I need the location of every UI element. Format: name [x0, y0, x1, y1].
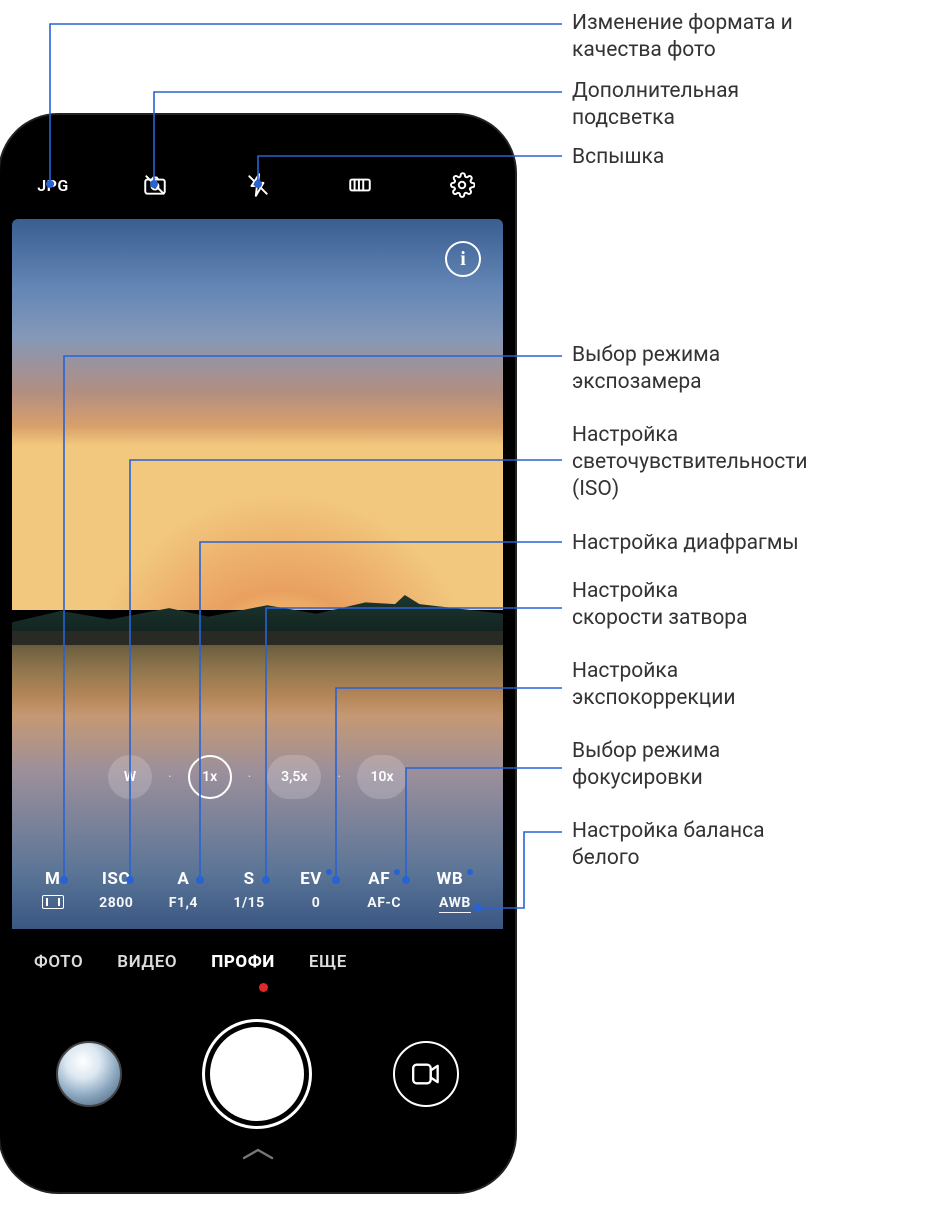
- tab-photo[interactable]: ФОТО: [34, 952, 83, 972]
- param-aperture-value: F1,4: [169, 895, 198, 911]
- zoom-row: W · 1x · 3,5x · 10x: [12, 755, 503, 799]
- param-ev[interactable]: EV 0: [300, 869, 332, 913]
- param-ev-label: EV: [300, 869, 332, 889]
- active-tab-indicator: [259, 983, 268, 992]
- callout-aperture: Настройка диафрагмы: [572, 530, 799, 557]
- settings-icon[interactable]: [443, 166, 481, 204]
- param-shutter-value: 1/15: [233, 895, 264, 911]
- callout-wb: Настройка балансабелого: [572, 818, 765, 872]
- zoom-1x[interactable]: 1x: [188, 755, 232, 799]
- top-toolbar: JPG: [12, 163, 503, 207]
- callout-ev: Настройкаэкспокоррекции: [572, 658, 735, 712]
- param-focus[interactable]: AF AF-C: [367, 869, 401, 913]
- callout-iso: Настройкасветочувствительности(ISO): [572, 422, 808, 503]
- param-wb-value: AWB: [439, 895, 471, 913]
- zoom-separator: ·: [248, 769, 252, 785]
- param-iso-label: ISO: [102, 869, 131, 889]
- tab-pro[interactable]: ПРОФИ: [211, 952, 275, 972]
- param-aperture-label: A: [177, 869, 189, 889]
- callout-flash: Вспышка: [572, 144, 664, 171]
- phone-screen: JPG i: [12, 127, 503, 1180]
- tab-more[interactable]: ЕЩЕ: [309, 952, 347, 972]
- mode-tabs: ФОТО ВИДЕО ПРОФИ ЕЩЕ: [12, 939, 503, 985]
- param-metering-label: M: [45, 869, 60, 889]
- param-af-value: AF-C: [367, 895, 401, 911]
- param-wb[interactable]: WB AWB: [437, 869, 474, 913]
- zoom-wide[interactable]: W: [108, 755, 152, 799]
- scene-sky: [12, 219, 503, 610]
- param-wb-label: WB: [437, 869, 474, 889]
- video-switch-button[interactable]: [393, 1041, 459, 1107]
- swipe-up-indicator[interactable]: [240, 1146, 276, 1166]
- param-metering[interactable]: M: [42, 869, 64, 913]
- info-icon[interactable]: i: [445, 241, 481, 277]
- flash-off-icon[interactable]: [239, 166, 277, 204]
- bottom-controls: [12, 1014, 503, 1134]
- aspect-icon[interactable]: [341, 166, 379, 204]
- shutter-button[interactable]: [210, 1027, 304, 1121]
- callout-shutter: Настройкаскорости затвора: [572, 578, 748, 632]
- zoom-separator: ·: [337, 769, 341, 785]
- param-iso[interactable]: ISO 2800: [99, 869, 133, 913]
- param-af-label: AF: [368, 869, 400, 889]
- param-iso-value: 2800: [99, 895, 133, 911]
- callout-focus: Выбор режимафокусировки: [572, 738, 720, 792]
- pro-params-row: M ISO 2800 A F1,4 S 1/15: [12, 869, 503, 913]
- param-ev-value: 0: [312, 895, 321, 911]
- zoom-10x[interactable]: 10x: [357, 755, 407, 799]
- callout-metering: Выбор режимаэкспозамера: [572, 342, 720, 396]
- param-shutter[interactable]: S 1/15: [233, 869, 264, 913]
- tab-video[interactable]: ВИДЕО: [117, 952, 177, 972]
- format-toggle[interactable]: JPG: [34, 166, 72, 204]
- camera-off-icon[interactable]: [136, 166, 174, 204]
- gallery-thumbnail[interactable]: [56, 1041, 122, 1107]
- viewfinder[interactable]: i W · 1x · 3,5x · 10x M ISO: [12, 219, 503, 929]
- callout-format: Изменение формата икачества фото: [572, 10, 793, 64]
- metering-mode-icon: [42, 895, 64, 909]
- zoom-separator: ·: [168, 769, 172, 785]
- zoom-3-5x[interactable]: 3,5x: [267, 755, 321, 799]
- param-aperture[interactable]: A F1,4: [169, 869, 198, 913]
- scene-reflection: [12, 645, 503, 716]
- param-shutter-label: S: [244, 869, 255, 889]
- callout-backlight: Дополнительнаяподсветка: [572, 78, 739, 132]
- phone-frame: JPG i: [0, 115, 515, 1192]
